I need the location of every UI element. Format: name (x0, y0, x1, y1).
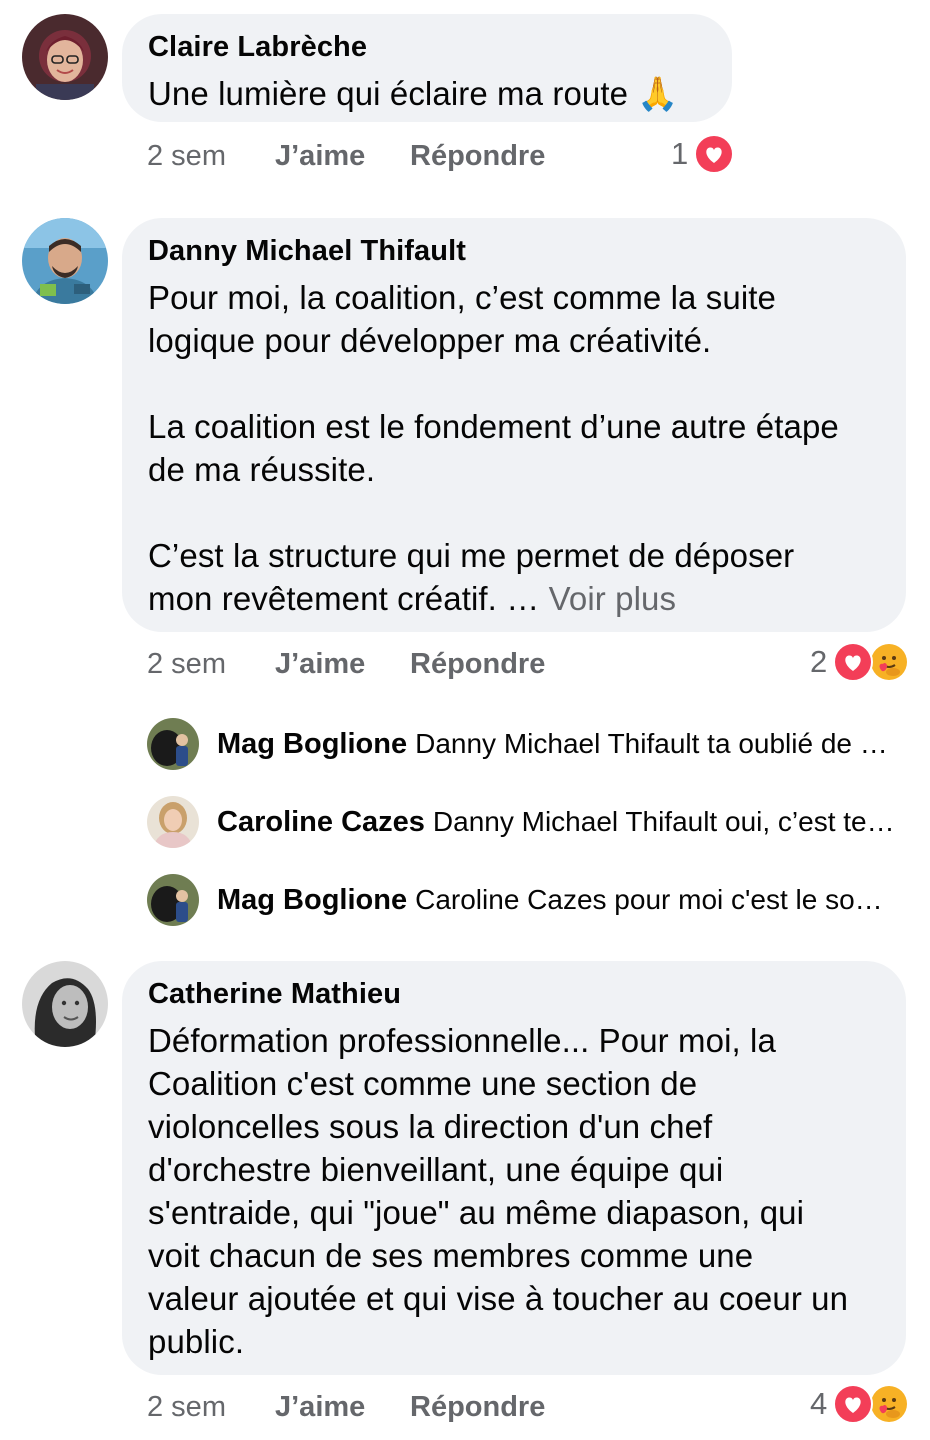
reply-item[interactable]: Mag Boglione Caroline Cazes pour moi c'es… (147, 874, 907, 926)
comment-bubble: Danny Michael Thifault Pour moi, la coal… (122, 218, 906, 632)
comment-author[interactable]: Claire Labrèche (148, 30, 706, 64)
comment-actions: 2 sem J’aime Répondre (147, 644, 545, 684)
avatar[interactable] (22, 961, 108, 1047)
see-more-link[interactable]: Voir plus (549, 580, 676, 617)
like-button[interactable]: J’aime (275, 1391, 410, 1424)
care-reaction-icon (869, 1384, 910, 1424)
reply-button[interactable]: Répondre (410, 140, 545, 173)
reply-content: Caroline Cazes Danny Michael Thifault oui… (217, 806, 895, 839)
comment-author[interactable]: Catherine Mathieu (148, 977, 880, 1011)
like-button[interactable]: J’aime (275, 648, 410, 681)
timestamp[interactable]: 2 sem (147, 140, 275, 173)
avatar[interactable] (22, 218, 108, 304)
reaction-count: 4 (810, 1386, 828, 1421)
comment-author[interactable]: Danny Michael Thifault (148, 234, 880, 268)
reply-avatar[interactable] (147, 796, 199, 848)
comment-actions: 2 sem J’aime Répondre (147, 1387, 545, 1427)
reply-avatar[interactable] (147, 718, 199, 770)
reply-text: Caroline Cazes pour moi c'est le so… (415, 883, 883, 915)
comment-text: Une lumière qui éclaire ma route 🙏 (148, 75, 679, 112)
reply-button[interactable]: Répondre (410, 648, 545, 681)
reply-item[interactable]: Caroline Cazes Danny Michael Thifault oui… (147, 796, 907, 848)
reaction-summary[interactable]: 2 (810, 642, 910, 682)
comment-text: Déformation professionnelle... Pour moi,… (148, 1022, 849, 1360)
reply-content: Mag Boglione Danny Michael Thifault ta ou… (217, 728, 888, 761)
reply-item[interactable]: Mag Boglione Danny Michael Thifault ta ou… (147, 718, 907, 770)
reaction-summary[interactable]: 4 (810, 1384, 910, 1424)
love-reaction-icon (833, 642, 874, 682)
reply-text: Danny Michael Thifault oui, c’est te… (432, 805, 895, 837)
reaction-count: 2 (810, 644, 828, 679)
comment-bubble: Claire Labrèche Une lumière qui éclaire … (122, 14, 732, 122)
reply-text: Danny Michael Thifault ta oublié de … (415, 727, 888, 759)
reply-avatar[interactable] (147, 874, 199, 926)
reply-author[interactable]: Caroline Cazes (217, 806, 425, 838)
reaction-summary[interactable]: 1 (671, 134, 735, 174)
comment-actions: 2 sem J’aime Répondre (147, 136, 545, 176)
love-reaction-icon (833, 1384, 874, 1424)
comment-text-body: Pour moi, la coalition, c’est comme la s… (148, 279, 839, 617)
love-reaction-icon (694, 134, 735, 174)
reply-button[interactable]: Répondre (410, 1391, 545, 1424)
reply-author[interactable]: Mag Boglione (217, 728, 407, 760)
comment-text: Pour moi, la coalition, c’est comme la s… (148, 276, 880, 620)
reply-author[interactable]: Mag Boglione (217, 884, 407, 916)
timestamp[interactable]: 2 sem (147, 648, 275, 681)
comment-bubble: Catherine Mathieu Déformation profession… (122, 961, 906, 1375)
reply-content: Mag Boglione Caroline Cazes pour moi c'es… (217, 884, 883, 917)
like-button[interactable]: J’aime (275, 140, 410, 173)
care-reaction-icon (869, 642, 910, 682)
reaction-count: 1 (671, 136, 689, 171)
timestamp[interactable]: 2 sem (147, 1391, 275, 1424)
avatar[interactable] (22, 14, 108, 100)
